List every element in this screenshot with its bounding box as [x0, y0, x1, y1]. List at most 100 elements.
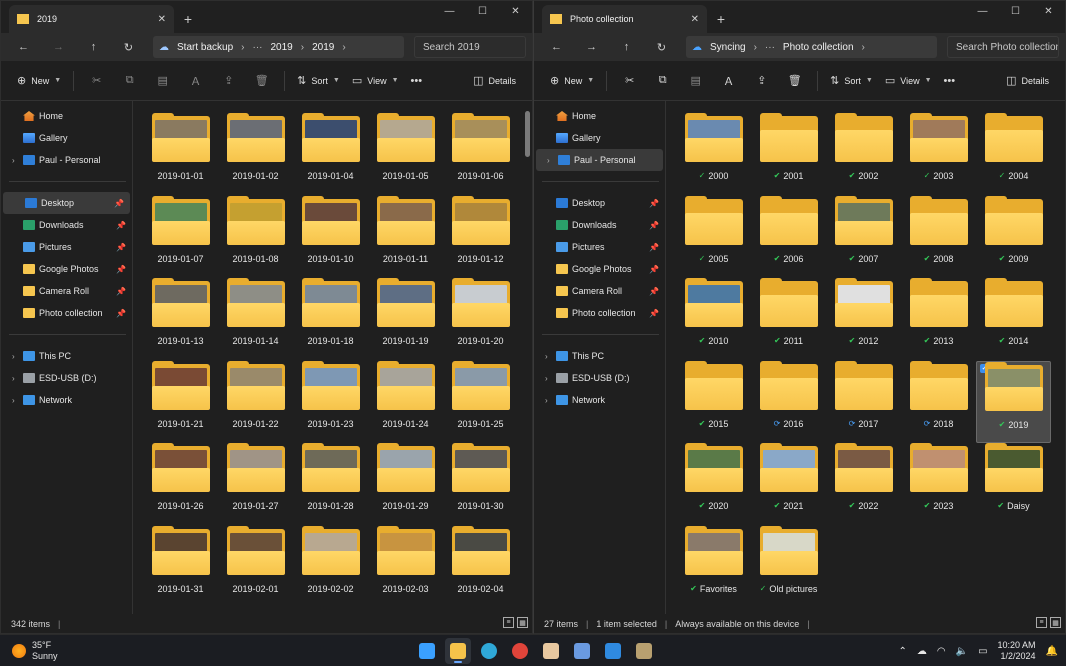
expand-chevron-icon[interactable]: › — [12, 396, 15, 405]
folder-item[interactable]: ✔ 2006 — [751, 195, 826, 279]
copy-icon[interactable]: ⧉ — [646, 66, 679, 96]
rename-icon[interactable]: Ａ — [712, 66, 745, 96]
battery-icon[interactable]: ▭ — [978, 646, 987, 657]
folder-item[interactable]: ✓✔2019 — [976, 360, 1051, 443]
address-bar[interactable]: ☁ Start backup › ··· 2019 › 2019 › — [153, 36, 404, 58]
delete-icon[interactable]: 🗑 — [245, 66, 278, 96]
folder-item[interactable]: 2019-02-04 — [443, 525, 518, 609]
wifi-icon[interactable]: ◠ — [937, 646, 946, 657]
folder-item[interactable]: 2019-01-06 — [443, 113, 518, 196]
sidebar-item-home[interactable]: Home — [1, 105, 132, 127]
clock[interactable]: 10:20 AM 1/2/2024 — [998, 640, 1036, 662]
search-input[interactable]: Search 2019 — [414, 36, 526, 58]
folder-item[interactable]: 2019-01-10 — [293, 195, 368, 279]
sidebar-item-desktop[interactable]: Desktop 📌 — [534, 192, 665, 214]
sidebar-item-photo-collection[interactable]: Photo collection 📌 — [1, 302, 132, 324]
folder-item[interactable]: 2019-01-14 — [218, 278, 293, 361]
search-input[interactable]: Search Photo collection — [947, 36, 1059, 58]
sidebar-item-downloads[interactable]: Downloads 📌 — [534, 214, 665, 236]
share-icon[interactable]: ⇪ — [212, 66, 245, 96]
folder-item[interactable]: ✔ 2015 — [676, 360, 751, 444]
folder-item[interactable]: ✔ 2008 — [901, 195, 976, 279]
expand-chevron-icon[interactable]: › — [545, 374, 548, 383]
sidebar-item-pictures[interactable]: Pictures 📌 — [534, 236, 665, 258]
sync-status[interactable]: Syncing — [710, 42, 746, 53]
folder-item[interactable]: 2019-01-25 — [443, 360, 518, 444]
folder-item[interactable]: 2019-01-13 — [143, 278, 218, 361]
expand-chevron-icon[interactable]: › — [12, 156, 15, 165]
details-view-icon[interactable]: ≡ — [503, 617, 514, 628]
onedrive-tray-icon[interactable]: ☁ — [917, 646, 927, 657]
folder-item[interactable]: 2019-01-01 — [143, 113, 218, 196]
view-button[interactable]: ▭ View ▼ — [346, 66, 405, 96]
expand-chevron-icon[interactable]: › — [545, 396, 548, 405]
folder-item[interactable]: ✔ 2020 — [676, 443, 751, 526]
folder-item[interactable]: 2019-01-30 — [443, 443, 518, 526]
sidebar-item-network[interactable]: › Network — [1, 389, 132, 411]
sidebar-item-home[interactable]: Home — [534, 105, 665, 127]
folder-item[interactable]: ✓ Old pictures — [751, 525, 826, 609]
folder-item[interactable]: 2019-01-12 — [443, 195, 518, 279]
sidebar-item-this-pc[interactable]: › This PC — [534, 345, 665, 367]
folder-item[interactable]: ✓ 2005 — [676, 195, 751, 279]
chrome-button[interactable] — [507, 638, 533, 664]
sidebar-item-downloads[interactable]: Downloads 📌 — [1, 214, 132, 236]
folder-item[interactable]: 2019-01-27 — [218, 443, 293, 526]
sidebar-item-photo-collection[interactable]: Photo collection 📌 — [534, 302, 665, 324]
folder-item[interactable]: ✔ 2010 — [676, 278, 751, 361]
photos-button[interactable] — [631, 638, 657, 664]
folder-item[interactable]: 2019-01-11 — [368, 195, 443, 279]
sidebar-item-esd-usb-d[interactable]: › ESD-USB (D:) — [1, 367, 132, 389]
close-icon[interactable]: ✕ — [499, 1, 532, 21]
forward-button[interactable]: → — [575, 34, 608, 60]
chevron-up-icon[interactable]: ⌃ — [898, 646, 906, 657]
volume-icon[interactable]: 🔈 — [956, 646, 968, 657]
expand-chevron-icon[interactable]: › — [547, 156, 550, 165]
folder-item[interactable]: 2019-01-23 — [293, 360, 368, 444]
tab-2019[interactable]: 2019 ✕ — [9, 5, 174, 33]
paint-button[interactable] — [538, 638, 564, 664]
folder-item[interactable]: ✔ 2023 — [901, 443, 976, 526]
close-tab-icon[interactable]: ✕ — [158, 14, 166, 25]
folder-item[interactable]: ✔ 2013 — [901, 278, 976, 361]
refresh-button[interactable]: ↻ — [645, 34, 678, 60]
view-button[interactable]: ▭ View ▼ — [879, 66, 938, 96]
rename-icon[interactable]: Ａ — [179, 66, 212, 96]
start-button[interactable] — [414, 638, 440, 664]
cut-icon[interactable]: ✂ — [613, 66, 646, 96]
folder-item[interactable]: ✓ 2003 — [901, 113, 976, 196]
folder-item[interactable]: ✔ Daisy — [976, 443, 1051, 526]
folder-item[interactable]: ✔ 2009 — [976, 195, 1051, 279]
address-bar[interactable]: ☁ Syncing › ··· Photo collection › — [686, 36, 937, 58]
tab-photo-collection[interactable]: Photo collection ✕ — [542, 5, 707, 33]
sidebar-item-this-pc[interactable]: › This PC — [1, 345, 132, 367]
close-tab-icon[interactable]: ✕ — [691, 14, 699, 25]
store-button[interactable] — [600, 638, 626, 664]
cut-icon[interactable]: ✂ — [80, 66, 113, 96]
back-button[interactable]: ← — [540, 34, 573, 60]
folder-item[interactable]: 2019-01-04 — [293, 113, 368, 196]
chevron-right-icon[interactable]: › — [342, 42, 345, 53]
folder-item[interactable]: ✔ 2014 — [976, 278, 1051, 361]
sidebar-item-paul-personal[interactable]: › Paul - Personal — [536, 149, 663, 171]
new-button[interactable]: ⊕ New ▼ — [11, 66, 67, 96]
maximize-icon[interactable]: ☐ — [999, 1, 1032, 21]
folder-item[interactable]: 2019-01-05 — [368, 113, 443, 196]
folder-item[interactable]: 2019-01-24 — [368, 360, 443, 444]
share-icon[interactable]: ⇪ — [745, 66, 778, 96]
folder-item[interactable]: ✓ 2000 — [676, 113, 751, 196]
folder-item[interactable]: 2019-02-02 — [293, 525, 368, 609]
sort-button[interactable]: ⇅ Sort ▼ — [291, 66, 346, 96]
details-button[interactable]: ◫ Details — [1000, 66, 1055, 96]
sidebar-item-esd-usb-d[interactable]: › ESD-USB (D:) — [534, 367, 665, 389]
edge-button[interactable] — [476, 638, 502, 664]
new-button[interactable]: ⊕ New ▼ — [544, 66, 600, 96]
folder-item[interactable]: ✔ 2021 — [751, 443, 826, 526]
paste-icon[interactable]: ▤ — [146, 66, 179, 96]
tiles-view-icon[interactable]: ▦ — [1050, 617, 1061, 628]
details-view-icon[interactable]: ≡ — [1036, 617, 1047, 628]
sidebar-item-google-photos[interactable]: Google Photos 📌 — [1, 258, 132, 280]
sidebar-item-camera-roll[interactable]: Camera Roll 📌 — [534, 280, 665, 302]
folder-item[interactable]: ✔ 2001 — [751, 113, 826, 196]
up-button[interactable]: ↑ — [77, 34, 110, 60]
